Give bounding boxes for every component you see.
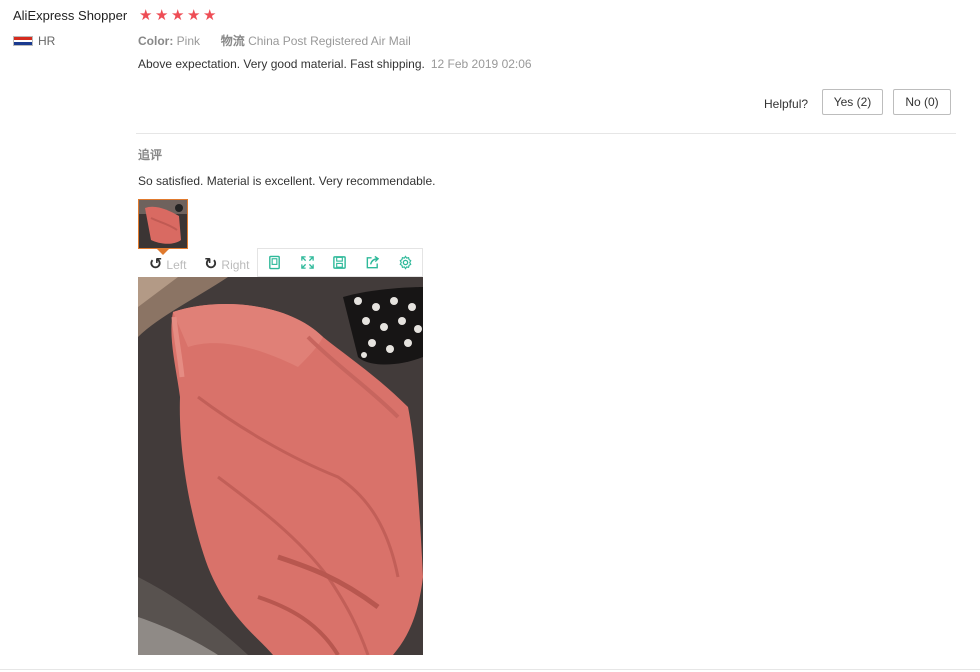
color-value: Pink (176, 34, 201, 48)
rating-stars: ★ ★ ★ ★ ★ (139, 8, 218, 23)
shipping-value: China Post Registered Air Mail (248, 34, 411, 48)
review-photo-thumbnail[interactable] (138, 199, 188, 249)
rotate-right-button[interactable]: ↻ Right (204, 257, 249, 273)
rotate-right-label: Right (221, 258, 250, 272)
color-label: Color: (138, 34, 174, 48)
divider (0, 669, 980, 670)
settings-icon[interactable] (389, 249, 422, 276)
review-photo (138, 277, 423, 655)
image-viewer-toolbar (257, 248, 423, 277)
review-body: Above expectation. Very good material. F… (138, 57, 425, 71)
save-icon[interactable] (324, 249, 357, 276)
divider (136, 133, 956, 134)
order-attributes: Color: Pink 物流 China Post Registered Air… (138, 32, 411, 49)
thumbnail-pointer (157, 249, 169, 255)
rotate-left-button[interactable]: ↺ Left (149, 257, 186, 273)
fit-icon[interactable] (258, 249, 291, 276)
star-icon: ★ (171, 7, 185, 24)
buyer-name: AliExpress Shopper (13, 8, 128, 23)
review-text: Above expectation. Very good material. F… (138, 57, 532, 71)
fullscreen-icon[interactable] (291, 249, 324, 276)
review-date: 12 Feb 2019 02:06 (430, 57, 532, 71)
rotate-right-icon: ↻ (204, 256, 218, 273)
additional-feedback-text: So satisfied. Material is excellent. Ver… (138, 174, 436, 188)
share-icon[interactable] (356, 249, 389, 276)
additional-feedback-label: 追评 (138, 148, 163, 162)
helpful-label: Helpful? (764, 97, 809, 111)
helpful-yes-button[interactable]: Yes (2) (822, 89, 883, 115)
shipping-label: 物流 (220, 34, 245, 48)
rotate-left-icon: ↺ (149, 256, 163, 273)
star-icon: ★ (139, 7, 153, 24)
rotate-left-label: Left (166, 258, 187, 272)
star-icon: ★ (203, 7, 217, 24)
buyer-country: HR (38, 34, 56, 48)
star-icon: ★ (187, 7, 201, 24)
flag-icon (13, 36, 33, 46)
helpful-no-button[interactable]: No (0) (893, 89, 951, 115)
star-icon: ★ (155, 7, 169, 24)
